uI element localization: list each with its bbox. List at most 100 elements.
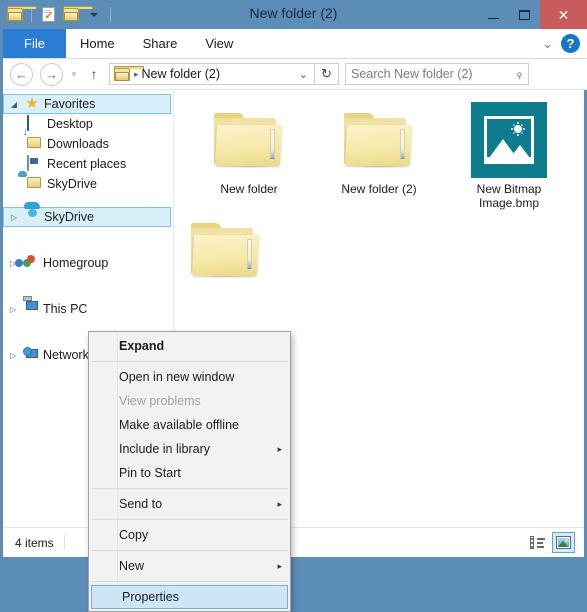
window-controls: ✕ <box>478 0 587 29</box>
list-item-label: New Bitmap Image.bmp <box>477 182 542 210</box>
up-button[interactable]: ↑ <box>85 66 103 82</box>
context-menu-item-label: Open in new window <box>119 370 235 384</box>
context-menu-item-label: Include in library <box>119 442 211 456</box>
submenu-arrow-icon: ▸ <box>277 560 282 571</box>
context-menu-item-label: View problems <box>119 394 201 408</box>
maximize-button[interactable] <box>509 0 540 29</box>
submenu-arrow-icon: ▸ <box>277 498 282 509</box>
folder-icon <box>341 102 417 178</box>
bitmap-image-icon <box>471 102 547 178</box>
list-item[interactable]: New folder <box>184 98 314 221</box>
quick-access-toolbar: ✓ <box>5 3 114 26</box>
new-folder-icon[interactable] <box>61 5 93 25</box>
skydrive-folder-icon <box>18 171 43 192</box>
context-menu-item-properties[interactable]: Properties <box>91 585 288 609</box>
list-item-label-line1: New Bitmap <box>476 182 542 196</box>
list-item[interactable]: New Bitmap Image.bmp <box>444 98 574 221</box>
context-menu-item-expand[interactable]: Expand <box>89 334 290 358</box>
context-menu-item-copy[interactable]: Copy <box>89 523 290 547</box>
context-menu-item-label: New <box>119 559 145 573</box>
list-item[interactable]: New folder (2) <box>314 98 444 221</box>
sidebar-item-label: Desktop <box>47 117 93 131</box>
breadcrumb-dropdown-icon[interactable]: ⌄ <box>295 68 312 81</box>
tab-file[interactable]: File <box>3 29 66 58</box>
help-icon[interactable]: ? <box>561 34 580 53</box>
context-menu-item-include-in-library[interactable]: Include in library ▸ <box>89 437 290 461</box>
breadcrumb-item-0[interactable]: New folder (2) <box>142 67 221 81</box>
address-bar: ← → ▾ ↑ ▸ New folder (2) ⌄ ↻ ⌕ <box>0 59 587 90</box>
minimize-button[interactable] <box>478 0 509 29</box>
context-menu-separator <box>91 361 288 362</box>
folder-icon <box>190 221 262 279</box>
expander-icon[interactable]: ▷ <box>7 305 19 314</box>
sidebar-item-recent-places[interactable]: Recent places <box>3 154 173 174</box>
this-pc-icon <box>23 296 39 317</box>
close-button[interactable]: ✕ <box>540 0 587 29</box>
context-menu-item-new[interactable]: New ▸ <box>89 554 290 578</box>
sidebar-item-desktop[interactable]: Desktop <box>3 114 173 134</box>
search-box[interactable]: ⌕ <box>345 63 529 85</box>
item-count-label: 4 items <box>15 535 54 550</box>
context-menu[interactable]: Expand Open in new window View problems … <box>88 331 291 612</box>
sidebar-item-skydrive[interactable]: ▷ SkyDrive <box>3 202 171 227</box>
context-menu-item-label: Expand <box>119 339 165 353</box>
window-body: ◢ ★ Favorites Desktop ↓ Downloads Recent… <box>0 90 587 612</box>
sidebar-item-label: Network <box>43 348 89 362</box>
homegroup-icon <box>15 255 39 271</box>
ribbon-tab-bar: File Home Share View ⌄ ? <box>0 29 587 59</box>
properties-icon[interactable]: ✓ <box>38 5 58 25</box>
status-separator <box>63 535 65 550</box>
search-input[interactable] <box>351 67 517 81</box>
desktop-icon <box>27 115 43 132</box>
submenu-arrow-icon: ▸ <box>277 443 282 454</box>
close-icon: ✕ <box>557 6 570 23</box>
sidebar-item-label: SkyDrive <box>44 210 95 224</box>
context-menu-item-label: Make available offline <box>119 418 239 432</box>
context-menu-item-label: Copy <box>119 528 149 542</box>
tab-view[interactable]: View <box>191 29 247 58</box>
large-icons-view-button[interactable] <box>552 532 575 553</box>
list-item[interactable] <box>190 221 262 279</box>
sidebar-item-label: This PC <box>43 302 88 316</box>
file-grid: New folder New folder (2) New Bitmap Ima… <box>174 90 584 221</box>
star-icon: ★ <box>25 95 39 112</box>
list-item-label-line2: Image.bmp <box>478 196 540 210</box>
qat-separator-2 <box>110 7 111 22</box>
sidebar-item-favorites[interactable]: ◢ ★ Favorites <box>3 94 171 114</box>
breadcrumb-folder-icon <box>114 65 144 81</box>
context-menu-item-make-available-offline[interactable]: Make available offline <box>89 413 290 437</box>
expand-ribbon-icon[interactable]: ⌄ <box>542 36 553 52</box>
folder-icon[interactable] <box>5 5 37 25</box>
tab-home[interactable]: Home <box>66 29 129 58</box>
context-menu-item-send-to[interactable]: Send to ▸ <box>89 492 290 516</box>
cloud-icon <box>24 202 40 225</box>
expander-icon[interactable]: ▷ <box>8 213 20 222</box>
sidebar-item-this-pc[interactable]: ▷ This PC <box>3 296 173 319</box>
context-menu-item-view-problems: View problems <box>89 389 290 413</box>
downloads-icon: ↓ <box>23 127 43 152</box>
sidebar-item-downloads[interactable]: ↓ Downloads <box>3 127 173 154</box>
breadcrumb-separator: ▸ <box>134 68 139 79</box>
context-menu-item-label: Pin to Start <box>119 466 181 480</box>
context-menu-item-open-in-new-window[interactable]: Open in new window <box>89 365 290 389</box>
context-menu-separator <box>91 550 288 551</box>
expander-icon[interactable]: ◢ <box>8 100 20 109</box>
context-menu-item-pin-to-start[interactable]: Pin to Start <box>89 461 290 485</box>
sidebar-item-skydrive-favorite[interactable]: SkyDrive <box>3 171 173 194</box>
expander-icon[interactable]: ▷ <box>7 351 19 360</box>
sidebar-item-homegroup[interactable]: ▷ Homegroup <box>3 253 173 273</box>
recent-locations-icon[interactable]: ▾ <box>66 69 82 80</box>
view-toggle-group <box>526 532 584 553</box>
breadcrumb[interactable]: ▸ New folder (2) ⌄ <box>109 63 315 85</box>
explorer-window: ✓ New folder (2) ✕ File Home Share View <box>0 0 587 612</box>
tab-share[interactable]: Share <box>129 29 192 58</box>
refresh-button[interactable]: ↻ <box>315 63 339 85</box>
forward-button[interactable]: → <box>40 62 63 86</box>
details-view-button[interactable] <box>526 532 549 553</box>
back-button[interactable]: ← <box>10 62 33 86</box>
list-item-label: New folder (2) <box>341 182 417 196</box>
context-menu-separator <box>91 519 288 520</box>
